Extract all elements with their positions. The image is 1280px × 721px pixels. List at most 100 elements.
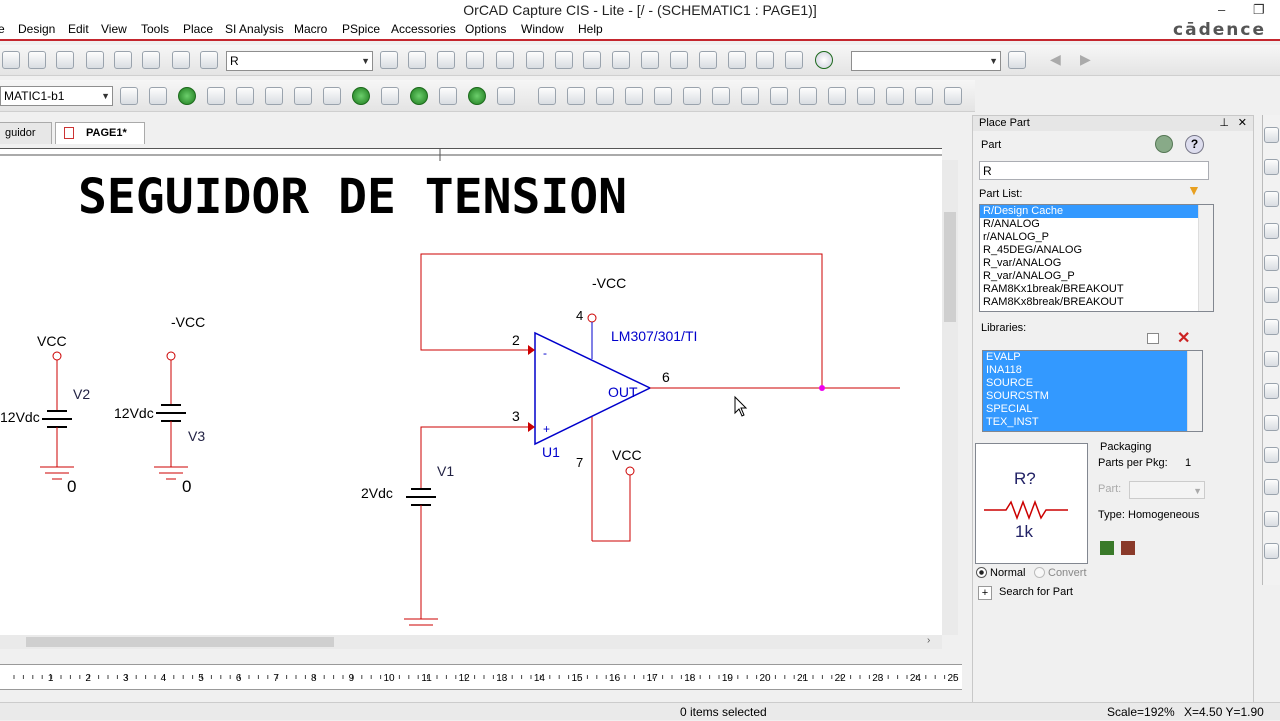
simulation-profile-combo[interactable]: MATIC1-b1 ▼ bbox=[0, 86, 113, 106]
place-net-icon[interactable] bbox=[596, 87, 614, 105]
offpage-tool-icon[interactable] bbox=[1264, 479, 1279, 495]
drag-icon[interactable] bbox=[756, 51, 774, 69]
minimize-button[interactable]: – bbox=[1218, 0, 1225, 20]
search-for-part-label[interactable]: Search for Part bbox=[999, 586, 1073, 598]
help-icon-panel[interactable]: ? bbox=[1185, 135, 1204, 154]
place-wire-icon[interactable] bbox=[567, 87, 585, 105]
marker-diff-icon[interactable] bbox=[265, 87, 283, 105]
part-list[interactable]: R/Design Cache R/ANALOG r/ANALOG_P R_45D… bbox=[979, 204, 1214, 312]
scroll-right-icon[interactable]: › bbox=[927, 635, 930, 646]
bias-power-display-icon[interactable] bbox=[497, 87, 515, 105]
copy-icon[interactable] bbox=[114, 51, 132, 69]
libraries-scrollbar[interactable] bbox=[1187, 351, 1202, 431]
pin-tool-icon[interactable] bbox=[1264, 447, 1279, 463]
text-icon[interactable] bbox=[915, 87, 933, 105]
bias-i-icon[interactable] bbox=[410, 87, 428, 105]
paste-icon[interactable] bbox=[142, 51, 160, 69]
snap-grid-icon[interactable] bbox=[699, 51, 717, 69]
place-bus-icon[interactable] bbox=[625, 87, 643, 105]
horizontal-scroll-thumb[interactable] bbox=[26, 637, 334, 647]
text-tool-icon[interactable] bbox=[1264, 543, 1279, 559]
netlist-icon[interactable] bbox=[612, 51, 630, 69]
back-annotate-icon[interactable] bbox=[555, 51, 573, 69]
list-item[interactable]: RAM8Kx1break/BREAKOUT bbox=[980, 283, 1213, 296]
menu-macro[interactable]: Macro bbox=[294, 22, 327, 36]
cross-ref-icon[interactable] bbox=[641, 51, 659, 69]
menu-pspice[interactable]: PSpice bbox=[342, 22, 380, 36]
power-tool-icon[interactable] bbox=[1264, 319, 1279, 335]
bias-w-icon[interactable] bbox=[468, 87, 486, 105]
maximize-button[interactable]: ❐ bbox=[1253, 0, 1265, 20]
marker-current-icon[interactable] bbox=[294, 87, 312, 105]
menu-design[interactable]: Design bbox=[18, 22, 55, 36]
table-icon[interactable] bbox=[944, 87, 962, 105]
hier-port-icon[interactable] bbox=[799, 87, 817, 105]
zoom-area-icon[interactable] bbox=[437, 51, 455, 69]
junction-tool-icon[interactable] bbox=[1264, 255, 1279, 271]
add-library-file-icon[interactable] bbox=[1147, 333, 1159, 344]
vertical-scroll-thumb[interactable] bbox=[944, 212, 956, 322]
list-item[interactable]: R_45DEG/ANALOG bbox=[980, 244, 1213, 257]
filter-icon[interactable]: ▼ bbox=[1187, 182, 1202, 198]
part-input[interactable]: R bbox=[979, 161, 1209, 180]
eye-icon[interactable] bbox=[496, 51, 514, 69]
pcb-footprint-icon[interactable] bbox=[1100, 541, 1114, 555]
redo-icon[interactable] bbox=[200, 51, 218, 69]
bias-v-icon[interactable] bbox=[352, 87, 370, 105]
bus-tool-icon[interactable] bbox=[1264, 223, 1279, 239]
normal-radio[interactable] bbox=[976, 567, 987, 578]
part-list-scrollbar[interactable] bbox=[1198, 205, 1213, 311]
part-select[interactable]: ▼ bbox=[1129, 481, 1205, 499]
search-combo[interactable]: ▼ bbox=[851, 51, 1001, 71]
tab-page1[interactable]: PAGE1* bbox=[55, 122, 145, 144]
tab-seguidor[interactable]: guidor d..* bbox=[0, 122, 52, 159]
zoom-all-icon[interactable] bbox=[466, 51, 484, 69]
open-icon[interactable] bbox=[2, 51, 20, 69]
list-item[interactable]: SOURCSTM bbox=[983, 390, 1202, 403]
run-icon[interactable] bbox=[178, 87, 196, 105]
list-item[interactable]: TEX_INST bbox=[983, 416, 1202, 429]
net-tool-icon[interactable] bbox=[1264, 191, 1279, 207]
hier-tool-icon[interactable] bbox=[1264, 383, 1279, 399]
area-select-icon[interactable] bbox=[728, 51, 746, 69]
convert-radio[interactable] bbox=[1034, 567, 1045, 578]
prev-icon[interactable]: ◀ bbox=[1050, 51, 1068, 69]
part-combo[interactable]: R ▼ bbox=[226, 51, 373, 71]
list-item[interactable]: r/ANALOG_P bbox=[980, 231, 1213, 244]
annotate-icon[interactable] bbox=[526, 51, 544, 69]
menu-help[interactable]: Help bbox=[578, 22, 603, 36]
bom-icon[interactable] bbox=[670, 51, 688, 69]
schematic-view-icon[interactable] bbox=[1121, 541, 1135, 555]
horizontal-scrollbar[interactable]: › bbox=[0, 635, 942, 649]
menu-accessories[interactable]: Accessories bbox=[391, 22, 456, 36]
menu-si-analysis[interactable]: SI Analysis bbox=[225, 22, 284, 36]
menu-tools[interactable]: Tools bbox=[141, 22, 169, 36]
list-item[interactable]: RAM8Kx8break/BREAKOUT bbox=[980, 296, 1213, 309]
bias-voltage-display-icon[interactable] bbox=[381, 87, 399, 105]
binoculars-icon[interactable] bbox=[1008, 51, 1026, 69]
expand-search-icon[interactable]: + bbox=[978, 586, 992, 600]
marker-icon[interactable] bbox=[236, 87, 254, 105]
new-profile-icon[interactable] bbox=[120, 87, 138, 105]
add-library-icon[interactable] bbox=[1155, 135, 1173, 153]
next-icon[interactable]: ▶ bbox=[1080, 51, 1098, 69]
pin-icon[interactable]: ⊥ bbox=[1219, 116, 1229, 131]
power-icon[interactable] bbox=[712, 87, 730, 105]
marker-power-icon[interactable] bbox=[323, 87, 341, 105]
port-tool-icon[interactable] bbox=[1264, 415, 1279, 431]
list-item[interactable]: SOURCE bbox=[983, 377, 1202, 390]
schematic-canvas[interactable]: SEGUIDOR DE TENSION VCC 12Vdc V2 0 -VCC … bbox=[0, 148, 942, 635]
ground-icon[interactable] bbox=[741, 87, 759, 105]
menu-options[interactable]: Options bbox=[465, 22, 506, 36]
bus-entry-icon[interactable] bbox=[683, 87, 701, 105]
save-icon[interactable] bbox=[28, 51, 46, 69]
help-icon[interactable] bbox=[815, 51, 833, 69]
edit-profile-icon[interactable] bbox=[149, 87, 167, 105]
menu-edit[interactable]: Edit bbox=[68, 22, 89, 36]
noconnect-tool-icon[interactable] bbox=[1264, 511, 1279, 527]
menu-file[interactable]: e bbox=[0, 22, 5, 36]
hier-pin-icon[interactable] bbox=[828, 87, 846, 105]
list-item[interactable]: EVALP bbox=[983, 351, 1202, 364]
select-tool-icon[interactable] bbox=[1264, 127, 1279, 143]
cut-icon[interactable] bbox=[86, 51, 104, 69]
